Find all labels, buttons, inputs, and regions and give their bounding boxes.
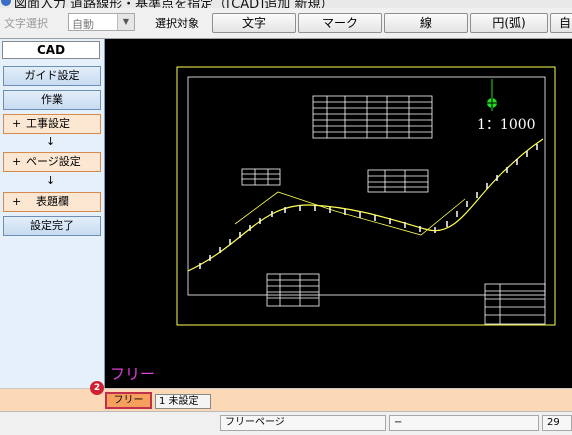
page-tabs-bar: フリー 1 未設定 bbox=[0, 388, 572, 411]
status-bar: フリーページ − 29 bbox=[0, 411, 572, 435]
mode-select[interactable]: 自動 ▼ bbox=[68, 13, 135, 31]
drawing-border bbox=[187, 76, 546, 296]
station-ticks bbox=[199, 144, 538, 269]
road-alignment-line bbox=[187, 138, 544, 272]
target-label: 選択対象 bbox=[155, 17, 199, 30]
char-select-label: 文字選択 bbox=[4, 17, 48, 30]
mode-overlay-label: フリー bbox=[110, 365, 156, 383]
down-arrow-icon: ↓ bbox=[46, 174, 56, 187]
tab-unset-1[interactable]: 1 未設定 bbox=[155, 394, 211, 409]
data-table-left bbox=[241, 168, 281, 186]
chevron-down-icon: ▼ bbox=[117, 14, 134, 30]
sidebar-header: CAD bbox=[2, 41, 100, 59]
construction-settings-step[interactable]: + 工事設定 bbox=[3, 114, 101, 134]
page-settings-step[interactable]: + ページ設定 bbox=[3, 152, 101, 172]
tab-free[interactable]: フリー bbox=[105, 392, 152, 409]
expand-icon: + bbox=[12, 155, 22, 168]
target-line-button[interactable]: 線 bbox=[384, 13, 468, 33]
status-page-name: フリーページ bbox=[220, 415, 386, 431]
target-auto-button[interactable]: 自 bbox=[550, 13, 572, 33]
title-block-step[interactable]: + 表題欄 bbox=[3, 192, 101, 212]
target-circle-button[interactable]: 円(弧) bbox=[470, 13, 548, 33]
status-number: 29 bbox=[542, 415, 572, 431]
window-title: 図面入力 道路線形・基準点を指定（[CAD]追加 新規） bbox=[14, 0, 334, 8]
data-table-top bbox=[312, 95, 433, 139]
expand-icon: + bbox=[12, 117, 22, 130]
work-button[interactable]: 作業 bbox=[3, 90, 101, 110]
data-table-right bbox=[367, 169, 429, 193]
page-settings-label: ページ設定 bbox=[26, 155, 81, 168]
target-mark-button[interactable]: マーク bbox=[298, 13, 382, 33]
north-arrow-icon bbox=[487, 79, 497, 111]
construction-settings-label: 工事設定 bbox=[26, 117, 70, 130]
title-bar: 図面入力 道路線形・基準点を指定（[CAD]追加 新規） bbox=[0, 0, 572, 8]
down-arrow-icon: ↓ bbox=[46, 135, 56, 148]
data-table-bottom bbox=[266, 273, 320, 307]
guide-settings-button[interactable]: ガイド設定 bbox=[3, 66, 101, 86]
callout-badge: 2 bbox=[90, 381, 104, 395]
target-text-button[interactable]: 文字 bbox=[212, 13, 296, 33]
cad-canvas[interactable]: 1：1000 フリー bbox=[105, 39, 572, 388]
status-field: − bbox=[389, 415, 539, 431]
sidebar: CAD ガイド設定 作業 + 工事設定 ↓ + ページ設定 ↓ + 表題欄 設定完了 bbox=[0, 39, 105, 388]
title-block-label: 表題欄 bbox=[36, 195, 69, 208]
settings-complete-button[interactable]: 設定完了 bbox=[3, 216, 101, 236]
cad-drawing bbox=[176, 66, 556, 326]
app-icon bbox=[1, 0, 11, 6]
construction-polyline bbox=[234, 191, 466, 236]
toolbar: 文字選択 自動 ▼ 選択対象 文字 マーク 線 円(弧) 自 bbox=[0, 8, 572, 39]
title-block-table bbox=[484, 283, 546, 325]
scale-label: 1：1000 bbox=[477, 117, 536, 133]
drawing-frame bbox=[176, 66, 556, 326]
expand-icon: + bbox=[12, 195, 22, 208]
mode-select-value: 自動 bbox=[72, 18, 94, 31]
